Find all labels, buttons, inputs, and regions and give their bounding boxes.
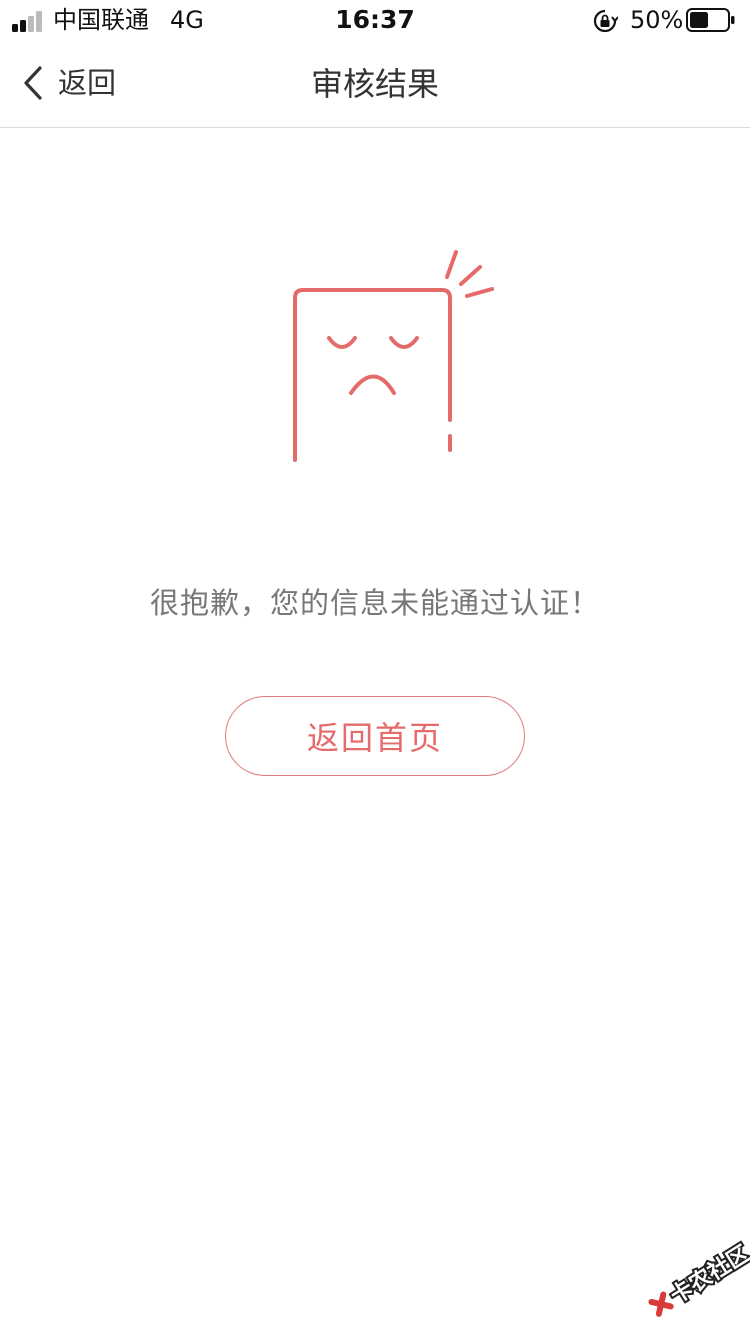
navigation-bar: 返回 审核结果 <box>0 40 750 128</box>
battery-icon <box>686 8 735 32</box>
status-bar: 中国联通 4G 16:37 50% <box>0 0 750 40</box>
watermark-logo: 卡农社区 <box>648 1238 750 1317</box>
battery-percentage: 50% <box>630 6 684 34</box>
return-home-label: 返回首页 <box>306 719 443 757</box>
page-title: 审核结果 <box>310 65 439 103</box>
result-message: 很抱歉，您的信息未能通过认证！ <box>149 586 600 620</box>
screen: 中国联通 4G 16:37 50% 返回 审核结果 很抱歉，您的信息未能通过认证… <box>0 0 750 1334</box>
return-home-button[interactable]: 返回首页 <box>225 696 525 776</box>
orientation-lock-icon <box>593 9 618 33</box>
sad-card-icon <box>293 250 494 462</box>
watermark-text: 卡农社区 <box>666 1240 750 1309</box>
